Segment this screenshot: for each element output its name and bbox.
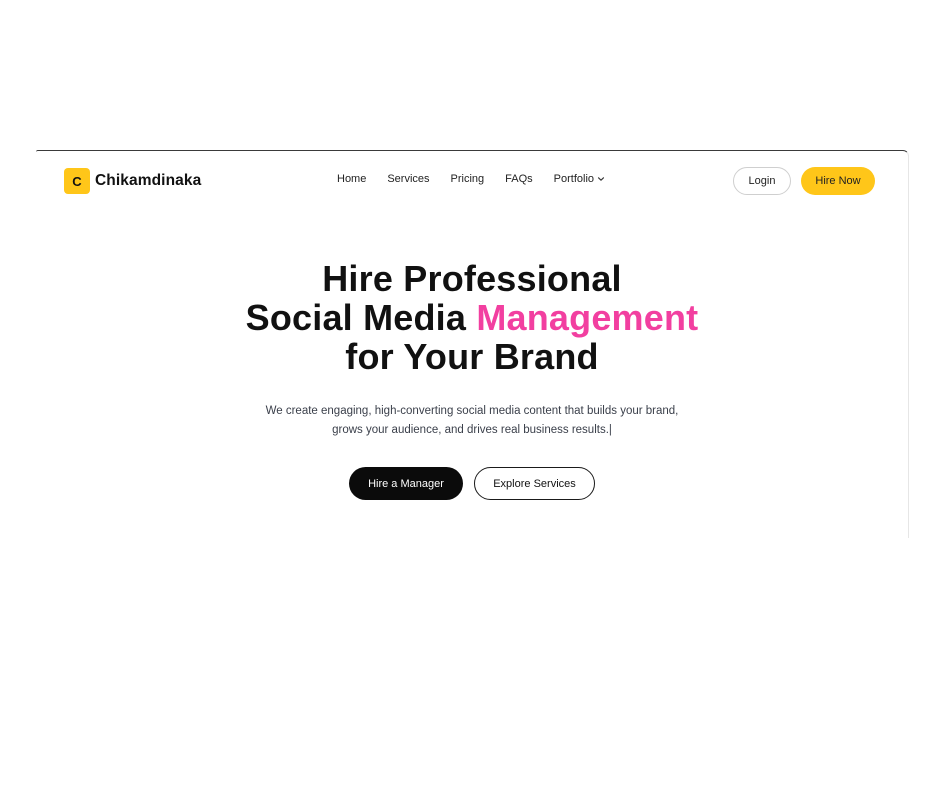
logo-mark: C xyxy=(64,168,90,194)
hero-cta-group: Hire a Manager Explore Services xyxy=(36,467,908,500)
nav-dropdown-portfolio[interactable]: Portfolio xyxy=(554,173,605,185)
brand-name: Chikamdinaka xyxy=(95,172,202,189)
hero-section: Hire Professional Social Media Managemen… xyxy=(36,259,908,440)
hero-title-line-3: for Your Brand xyxy=(345,336,599,377)
chevron-down-icon xyxy=(597,177,605,181)
nav-link-services[interactable]: Services xyxy=(387,173,429,185)
hero-subtitle-line-2: grows your audience, and drives real bus… xyxy=(332,424,612,436)
hero-subtitle: We create engaging, high-converting soci… xyxy=(36,402,908,440)
nav-link-home[interactable]: Home xyxy=(337,173,366,185)
hire-manager-button[interactable]: Hire a Manager xyxy=(349,467,463,500)
explore-services-button[interactable]: Explore Services xyxy=(474,467,595,500)
browser-viewport: C Chikamdinaka Home Services Pricing FAQ… xyxy=(36,150,909,538)
hero-title: Hire Professional Social Media Managemen… xyxy=(36,259,908,376)
hero-title-line-1: Hire Professional xyxy=(322,258,622,299)
hero-title-highlight: Management xyxy=(476,297,699,338)
hero-title-prefix: Social Media xyxy=(245,297,477,338)
logo[interactable]: C Chikamdinaka xyxy=(64,168,201,194)
navbar: C Chikamdinaka Home Services Pricing FAQ… xyxy=(36,151,908,211)
hire-now-button[interactable]: Hire Now xyxy=(801,167,875,195)
nav-link-portfolio-label: Portfolio xyxy=(553,173,595,185)
hero-title-line-2: Social Media Management xyxy=(36,298,908,337)
hero-subtitle-line-1: We create engaging, high-converting soci… xyxy=(265,405,679,417)
login-button[interactable]: Login xyxy=(733,167,791,195)
main-nav: Home Services Pricing FAQs Portfolio xyxy=(337,173,605,185)
nav-link-pricing[interactable]: Pricing xyxy=(451,173,485,185)
nav-link-faqs[interactable]: FAQs xyxy=(505,173,533,185)
